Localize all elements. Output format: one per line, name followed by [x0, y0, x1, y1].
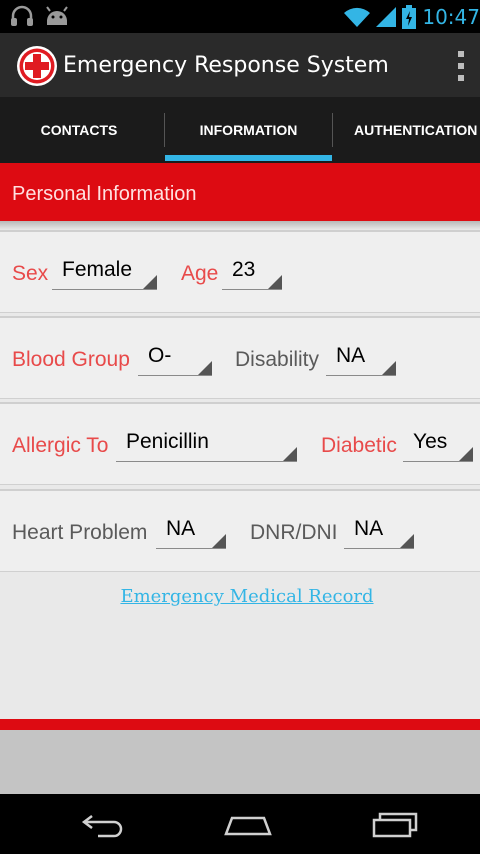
dnr-dni-spinner[interactable]: NA [344, 515, 414, 549]
headphones-icon [11, 5, 33, 26]
recent-apps-icon[interactable] [366, 808, 422, 840]
home-icon[interactable] [220, 808, 276, 840]
emergency-medical-record-link[interactable]: Emergency Medical Record [0, 586, 480, 607]
navigation-bar [0, 794, 480, 854]
section-shadow [0, 221, 480, 230]
blood-group-spinner[interactable]: O- [138, 342, 212, 376]
age-label: Age [181, 262, 219, 285]
sex-label: Sex [12, 262, 49, 285]
tab-contacts[interactable]: CONTACTS [0, 97, 158, 163]
tab-divider [332, 113, 333, 147]
tab-bar: CONTACTS INFORMATION AUTHENTICATION [0, 97, 480, 163]
clock: 10:47 [422, 5, 480, 29]
disability-label: Disability [235, 348, 320, 371]
diabetic-value: Yes [413, 430, 448, 453]
dropdown-arrow-icon [143, 275, 157, 289]
allergic-to-value: Penicillin [126, 430, 209, 453]
dropdown-arrow-icon [198, 361, 212, 375]
dropdown-arrow-icon [212, 534, 226, 548]
red-cross-icon[interactable] [16, 45, 58, 87]
tab-authentication[interactable]: AUTHENTICATION [338, 97, 480, 163]
bottom-red-bar [0, 719, 480, 730]
status-bar: 10:47 [0, 0, 480, 33]
dnr-dni-label: DNR/DNI [250, 521, 338, 544]
allergic-to-label: Allergic To [12, 434, 109, 457]
row-heart-dnr: Heart Problem NA DNR/DNI NA [0, 489, 480, 572]
dropdown-arrow-icon [459, 447, 473, 461]
section-header: Personal Information [0, 163, 480, 221]
diabetic-spinner[interactable]: Yes [403, 428, 473, 462]
heart-problem-value: NA [166, 517, 196, 540]
overflow-menu-icon[interactable] [456, 51, 466, 81]
disability-value: NA [336, 344, 366, 367]
tab-selected-indicator [165, 155, 332, 161]
tab-information[interactable]: INFORMATION [165, 97, 332, 163]
dropdown-arrow-icon [268, 275, 282, 289]
wifi-icon [344, 7, 371, 27]
back-icon[interactable] [76, 808, 132, 840]
sex-value: Female [62, 258, 133, 281]
heart-problem-label: Heart Problem [12, 521, 148, 544]
row-allergy-diabetic: Allergic To Penicillin Diabetic Yes [0, 402, 480, 485]
blood-group-label: Blood Group [12, 348, 130, 371]
bottom-gray-area [0, 730, 480, 794]
dropdown-arrow-icon [382, 361, 396, 375]
app-title: Emergency Response System [63, 53, 389, 78]
diabetic-label: Diabetic [321, 434, 397, 457]
battery-charging-icon [402, 5, 417, 29]
age-spinner[interactable]: 23 [222, 256, 282, 290]
action-bar: Emergency Response System [0, 33, 480, 97]
row-blood-disability: Blood Group O- Disability NA [0, 316, 480, 399]
dropdown-arrow-icon [400, 534, 414, 548]
blood-group-value: O- [148, 344, 172, 367]
signal-icon [376, 7, 397, 27]
allergic-to-spinner[interactable]: Penicillin [116, 428, 297, 462]
sex-spinner[interactable]: Female [52, 256, 157, 290]
dropdown-arrow-icon [283, 447, 297, 461]
disability-spinner[interactable]: NA [326, 342, 396, 376]
age-value: 23 [232, 258, 256, 281]
section-title: Personal Information [12, 183, 197, 205]
heart-problem-spinner[interactable]: NA [156, 515, 226, 549]
android-icon [46, 6, 68, 25]
row-sex-age: Sex Female Age 23 [0, 230, 480, 313]
dnr-dni-value: NA [354, 517, 384, 540]
